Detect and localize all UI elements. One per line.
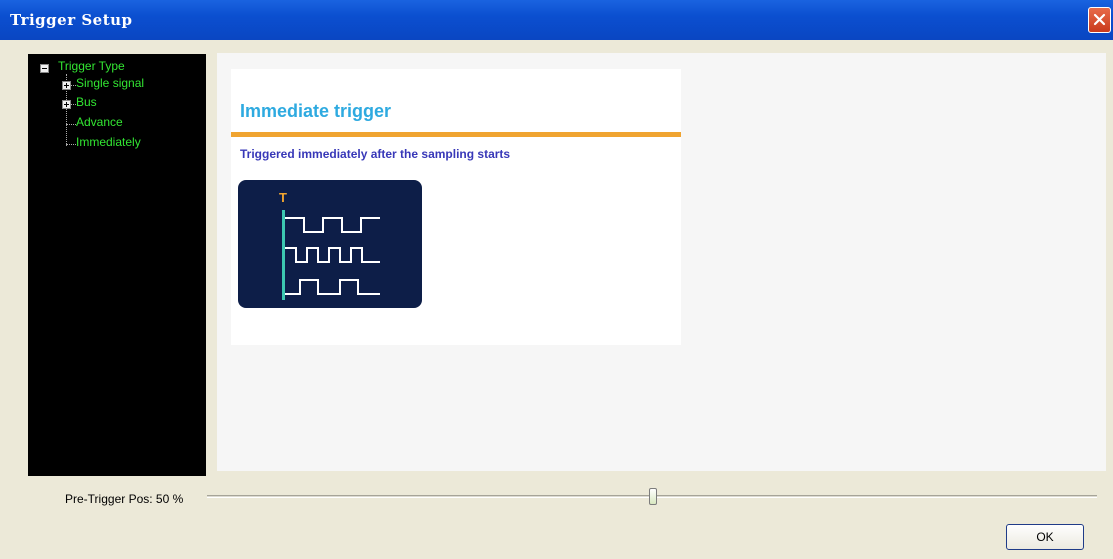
- collapse-icon[interactable]: [40, 64, 49, 73]
- close-icon: [1093, 13, 1106, 26]
- ok-button[interactable]: OK: [1006, 524, 1084, 550]
- window-title: Trigger Setup: [10, 11, 133, 29]
- trigger-title: Immediate trigger: [240, 101, 392, 121]
- title-divider: [231, 132, 681, 137]
- tree-item-label: Bus: [76, 95, 97, 109]
- tree-connector: [66, 144, 76, 145]
- tree-root-trigger-type[interactable]: Trigger Type: [58, 59, 125, 77]
- expand-icon[interactable]: [62, 81, 71, 90]
- tree-item-label: Immediately: [76, 135, 141, 149]
- trigger-marker-label: T: [279, 190, 287, 205]
- trigger-description: Triggered immediately after the sampling…: [240, 147, 511, 161]
- trigger-description-panel: Immediate trigger Triggered immediately …: [217, 53, 1106, 471]
- tree-item-bus[interactable]: Bus: [76, 95, 97, 113]
- tree-item-single-signal[interactable]: Single signal: [76, 76, 144, 94]
- diagram-background: [238, 180, 422, 308]
- close-button[interactable]: [1088, 7, 1111, 33]
- dialog-client-area: Trigger Type Single signal Bus Advance I…: [0, 40, 1113, 559]
- trigger-waveform-diagram: T: [238, 180, 422, 308]
- trigger-type-tree[interactable]: Trigger Type Single signal Bus Advance I…: [28, 54, 206, 476]
- title-bar: Trigger Setup: [0, 0, 1113, 40]
- pre-trigger-pos-label: Pre-Trigger Pos: 50 %: [65, 492, 184, 506]
- trigger-line: [282, 210, 285, 300]
- pre-trigger-slider-thumb[interactable]: [649, 488, 657, 505]
- tree-item-immediately[interactable]: Immediately: [76, 135, 141, 153]
- tree-item-advance[interactable]: Advance: [76, 115, 123, 133]
- tree-root-label: Trigger Type: [58, 59, 125, 73]
- expand-icon[interactable]: [62, 100, 71, 109]
- tree-item-label: Single signal: [76, 76, 145, 90]
- tree-item-label: Advance: [76, 115, 123, 129]
- trigger-info-card: Immediate trigger Triggered immediately …: [231, 69, 681, 345]
- tree-connector: [66, 124, 76, 125]
